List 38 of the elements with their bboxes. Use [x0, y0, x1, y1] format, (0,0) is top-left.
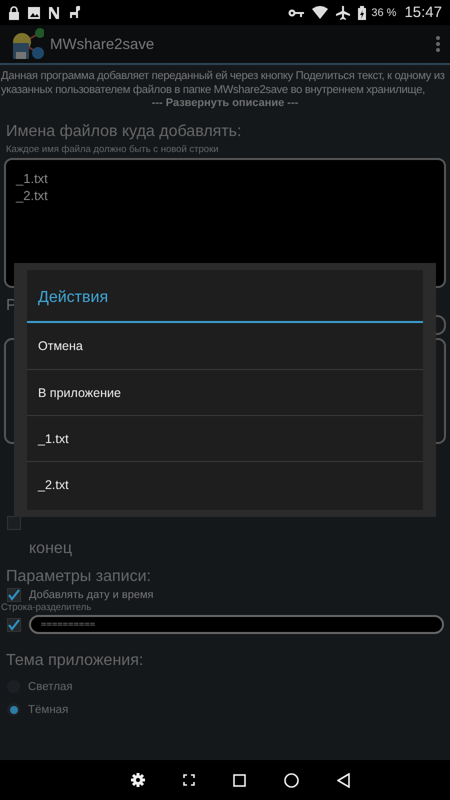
clock-time: 15:47	[404, 4, 442, 21]
section-title: Параметры записи:	[5, 568, 151, 586]
more-menu-icon[interactable]	[436, 36, 440, 52]
hint-text: Каждое имя файла должно быть с новой строки	[5, 144, 219, 155]
airplane-icon	[336, 6, 350, 20]
battery-percent: 36 %	[371, 6, 396, 18]
fullscreen-icon[interactable]	[182, 774, 194, 786]
settings-icon[interactable]	[130, 773, 144, 787]
radio-label: Тёмная	[28, 704, 68, 716]
radio-label: Светлая	[28, 680, 73, 692]
dialog-title: Действия	[27, 270, 423, 323]
checkbox[interactable]	[7, 588, 21, 602]
description-text: Данная программа добавляет переданный ей через кнопку Поделиться текст, к одному из указанных пользователем файлов в папке MWshare2save во внутреннем хранилище,	[0, 69, 446, 97]
key-icon	[288, 8, 304, 18]
dialog-option[interactable]: _1.txt	[27, 415, 423, 461]
checkbox-label: Добавлять дату и время	[29, 589, 154, 601]
recents-icon[interactable]	[232, 774, 246, 786]
dialog-option[interactable]: _2.txt	[27, 461, 423, 507]
back-icon[interactable]	[336, 772, 350, 788]
separator-label: Строка-разделитель	[0, 602, 92, 613]
separator-field[interactable]: ==========	[29, 615, 444, 634]
section-title: Имена файлов куда добавлять:	[5, 123, 242, 141]
app-title: MWshare2save	[50, 36, 156, 52]
app-logo-icon	[10, 27, 44, 61]
expand-description-link[interactable]: --- Развернуть описание ---	[152, 97, 298, 109]
radio-button[interactable]	[7, 703, 20, 716]
n-letter-icon	[48, 6, 60, 18]
home-icon[interactable]	[284, 772, 298, 788]
checkbox[interactable]	[7, 516, 21, 530]
checkbox-label: конец	[29, 540, 72, 558]
section-title: Тема приложения:	[5, 652, 144, 670]
lock-icon	[8, 6, 20, 20]
dialog-option[interactable]: Отмена	[27, 323, 423, 369]
wifi-icon	[312, 6, 328, 19]
dialog-option[interactable]: В приложение	[27, 369, 423, 415]
battery-icon	[358, 6, 366, 20]
checkbox[interactable]	[7, 618, 21, 632]
image-icon	[28, 6, 40, 18]
